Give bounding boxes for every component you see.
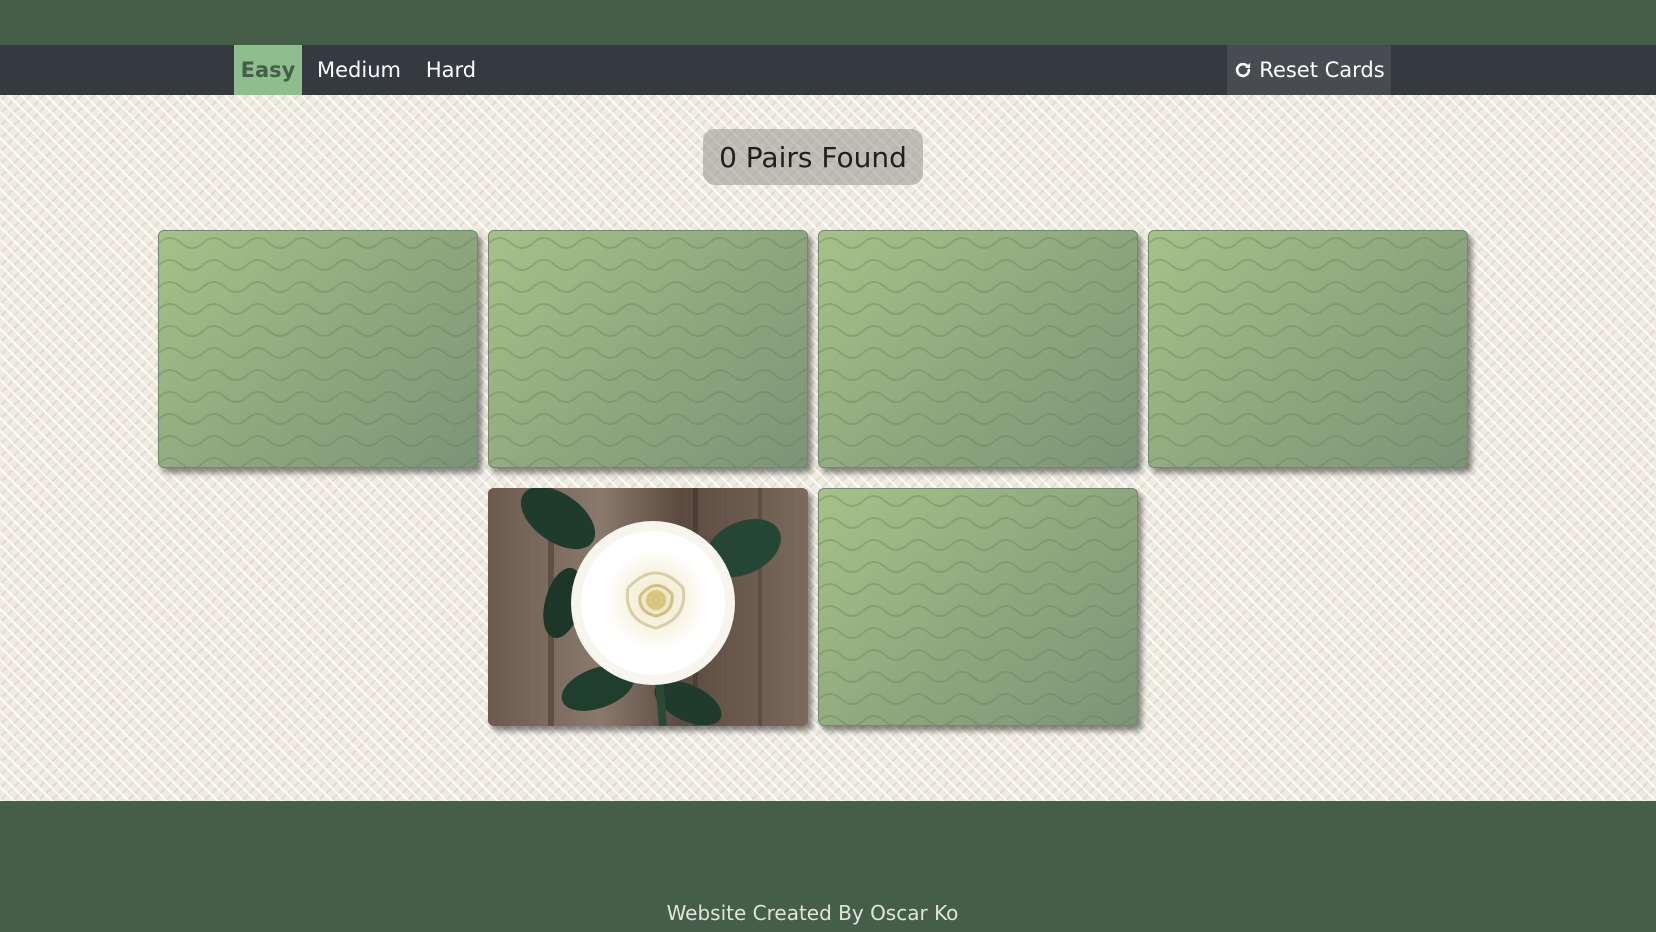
memory-card[interactable] [818,230,1138,468]
refresh-icon [1233,60,1253,80]
wave-pattern [489,231,807,467]
pairs-found-counter: 0 Pairs Found [703,129,923,185]
wave-pattern [159,231,477,467]
white-rose-image [488,488,808,726]
memory-card[interactable] [818,488,1138,726]
game-board: 0 Pairs Found [0,95,1656,801]
wave-pattern [819,231,1137,467]
footer-credit: Website Created By Oscar Ko [666,901,959,925]
footer: Website Created By Oscar Ko [0,801,1656,932]
difficulty-navbar: Easy Medium Hard Reset Cards [0,45,1656,95]
reset-cards-label: Reset Cards [1259,58,1385,82]
difficulty-easy-tab[interactable]: Easy [234,45,302,95]
memory-card-revealed[interactable] [488,488,808,726]
memory-card[interactable] [488,230,808,468]
difficulty-hard-tab[interactable]: Hard [420,45,482,95]
memory-card[interactable] [158,230,478,468]
memory-card[interactable] [1148,230,1468,468]
wave-pattern [819,489,1137,725]
reset-cards-button[interactable]: Reset Cards [1227,45,1391,95]
wave-pattern [1149,231,1467,467]
top-band [0,0,1656,45]
difficulty-medium-tab[interactable]: Medium [312,45,406,95]
